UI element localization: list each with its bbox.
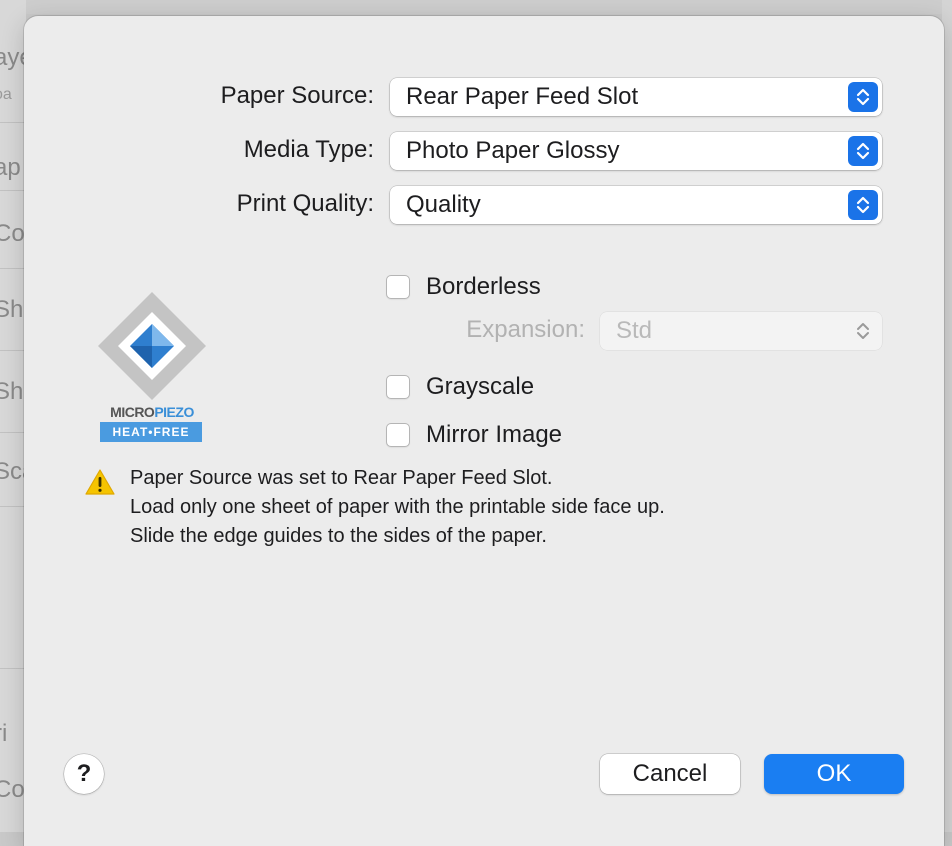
- mirror-image-checkbox[interactable]: [386, 423, 410, 447]
- bg-fragment: ri: [0, 720, 8, 747]
- ok-button[interactable]: OK: [764, 754, 904, 794]
- background-window-top: [0, 0, 952, 14]
- paper-source-value: Rear Paper Feed Slot: [406, 83, 639, 110]
- popup-stepper-icon: [848, 190, 878, 220]
- micro-piezo-logo: MICROPIEZO HEAT•FREE: [96, 290, 208, 450]
- cancel-button[interactable]: Cancel: [600, 754, 740, 794]
- bg-fragment: Sh: [0, 296, 24, 323]
- help-button[interactable]: ?: [64, 754, 104, 794]
- expansion-popup[interactable]: Std: [600, 312, 882, 350]
- print-quality-popup[interactable]: Quality: [390, 186, 882, 224]
- print-quality-value: Quality: [406, 191, 481, 218]
- background-window-left: aye oa ap Co Sh Sh Sca ri Co: [0, 0, 26, 832]
- bg-fragment: oa: [0, 86, 12, 103]
- print-settings-sheet: Paper Source: Rear Paper Feed Slot Media…: [24, 16, 944, 846]
- bg-fragment: aye: [0, 44, 26, 71]
- bg-fragment: ap: [0, 154, 21, 181]
- message-line: Paper Source was set to Rear Paper Feed …: [130, 467, 553, 489]
- print-quality-label: Print Quality:: [236, 190, 374, 217]
- expansion-value: Std: [616, 317, 653, 344]
- expansion-label: Expansion:: [466, 316, 585, 343]
- media-type-value: Photo Paper Glossy: [406, 137, 620, 164]
- bg-fragment: Sh: [0, 378, 24, 405]
- mirror-image-label[interactable]: Mirror Image: [426, 421, 562, 449]
- paper-source-popup[interactable]: Rear Paper Feed Slot: [390, 78, 882, 116]
- grayscale-checkbox[interactable]: [386, 375, 410, 399]
- borderless-label[interactable]: Borderless: [426, 273, 541, 301]
- logo-diamond-icon: [98, 292, 206, 400]
- message-line: Load only one sheet of paper with the pr…: [130, 496, 665, 518]
- popup-stepper-icon: [848, 316, 878, 346]
- borderless-checkbox[interactable]: [386, 275, 410, 299]
- popup-stepper-icon: [848, 136, 878, 166]
- grayscale-label[interactable]: Grayscale: [426, 373, 534, 401]
- media-type-label: Media Type:: [243, 136, 374, 163]
- popup-stepper-icon: [848, 82, 878, 112]
- bg-fragment: Co: [0, 220, 25, 247]
- media-type-popup[interactable]: Photo Paper Glossy: [390, 132, 882, 170]
- logo-brand-b: PIEZO: [154, 404, 194, 420]
- bg-fragment: Sca: [0, 458, 26, 485]
- message-line: Slide the edge guides to the sides of th…: [130, 525, 547, 547]
- logo-brand-a: MICRO: [110, 404, 155, 420]
- paper-source-label: Paper Source:: [220, 82, 374, 109]
- bg-fragment: Co: [0, 776, 25, 803]
- warning-icon: [85, 469, 115, 495]
- logo-tagline: HEAT•FREE: [100, 422, 202, 442]
- info-message: Paper Source was set to Rear Paper Feed …: [130, 464, 665, 551]
